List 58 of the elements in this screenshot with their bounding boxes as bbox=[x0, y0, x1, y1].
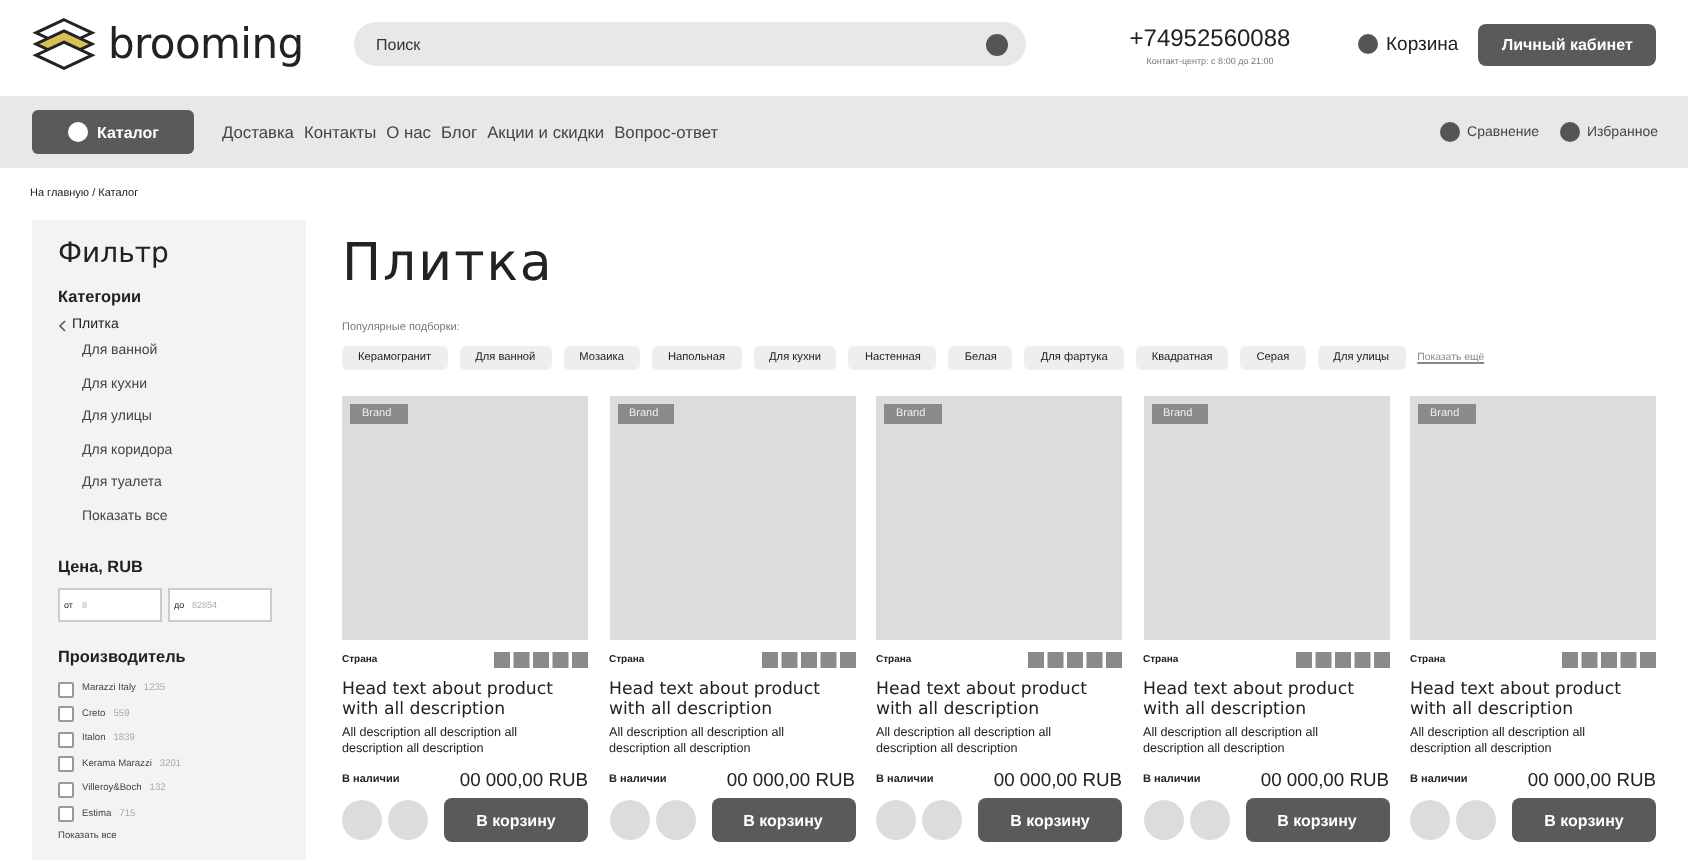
price: 00 000,00 RUB bbox=[993, 768, 1122, 790]
circle-icon[interactable] bbox=[922, 800, 962, 840]
circle-icon[interactable] bbox=[1410, 800, 1450, 840]
circle-icon[interactable] bbox=[655, 800, 695, 840]
filter-title: Фильтр bbox=[58, 238, 169, 270]
favorites-icon bbox=[1559, 122, 1580, 142]
nav-link[interactable]: Акции и скидки bbox=[487, 122, 605, 142]
section-title: Производитель bbox=[58, 647, 186, 666]
price: 00 000,00 RUB bbox=[1260, 768, 1389, 790]
circle-icon[interactable] bbox=[1456, 800, 1496, 840]
cart-icon bbox=[1358, 34, 1378, 54]
nav-link[interactable]: О нас bbox=[386, 122, 431, 142]
logo-icon bbox=[30, 16, 98, 72]
section-title: Категории bbox=[58, 288, 142, 306]
nav-link[interactable]: Вопрос-ответ bbox=[614, 122, 719, 142]
swatches-icon bbox=[761, 652, 855, 668]
search-field[interactable]: Поиск bbox=[354, 22, 1026, 66]
price: 00 000,00 RUB bbox=[726, 768, 855, 790]
account-button[interactable]: Личный кабинет bbox=[1478, 23, 1657, 65]
checkbox[interactable] bbox=[58, 681, 74, 698]
cart-link[interactable]: Корзина bbox=[1358, 33, 1459, 55]
product-title[interactable]: Head text about product with all description bbox=[1410, 682, 1656, 720]
price: 00 000,00 RUB bbox=[1527, 768, 1656, 790]
swatches-icon bbox=[1562, 652, 1656, 668]
add-to-cart-button[interactable]: В корзину bbox=[978, 798, 1122, 842]
compare-icon bbox=[1439, 122, 1460, 142]
price: 00 000,00 RUB bbox=[459, 768, 588, 790]
page-title: Плитка bbox=[342, 234, 556, 298]
nav-link[interactable]: Контакты bbox=[303, 122, 377, 142]
product-title[interactable]: Head text about product with all description bbox=[342, 682, 588, 720]
circle-icon[interactable] bbox=[342, 800, 382, 840]
checkbox[interactable] bbox=[58, 781, 74, 798]
checkbox[interactable] bbox=[58, 756, 74, 773]
circle-icon[interactable] bbox=[609, 800, 649, 840]
swatches-icon bbox=[494, 652, 588, 668]
checkbox[interactable] bbox=[58, 806, 74, 823]
circle-icon[interactable] bbox=[1143, 800, 1183, 840]
swatches-icon bbox=[1028, 652, 1122, 668]
nav-link[interactable]: Блог bbox=[440, 122, 478, 142]
checkbox[interactable] bbox=[58, 706, 74, 723]
product-title[interactable]: Head text about product with all description bbox=[876, 682, 1122, 720]
circle-icon[interactable] bbox=[388, 800, 428, 840]
swatches-icon bbox=[1295, 652, 1389, 668]
add-to-cart-button[interactable]: В корзину bbox=[1512, 798, 1656, 842]
catalog-button[interactable]: Каталог bbox=[32, 110, 194, 154]
nav-link[interactable]: Доставка bbox=[222, 122, 294, 142]
product-title[interactable]: Head text about product with all description bbox=[1143, 682, 1389, 720]
chevron-left-icon bbox=[58, 319, 66, 331]
phone-number[interactable]: +74952560088 bbox=[1129, 23, 1291, 51]
logo-text[interactable]: brooming bbox=[108, 20, 304, 68]
add-to-cart-button[interactable]: В корзину bbox=[711, 798, 855, 842]
checkbox[interactable] bbox=[58, 731, 74, 748]
product-title[interactable]: Head text about product with all description bbox=[609, 682, 855, 720]
add-to-cart-button[interactable]: В корзину bbox=[444, 798, 588, 842]
section-title: Цена, RUB bbox=[58, 557, 143, 576]
circle-icon[interactable] bbox=[1189, 800, 1229, 840]
circle-icon[interactable] bbox=[876, 800, 916, 840]
add-to-cart-button[interactable]: В корзину bbox=[1245, 798, 1389, 842]
